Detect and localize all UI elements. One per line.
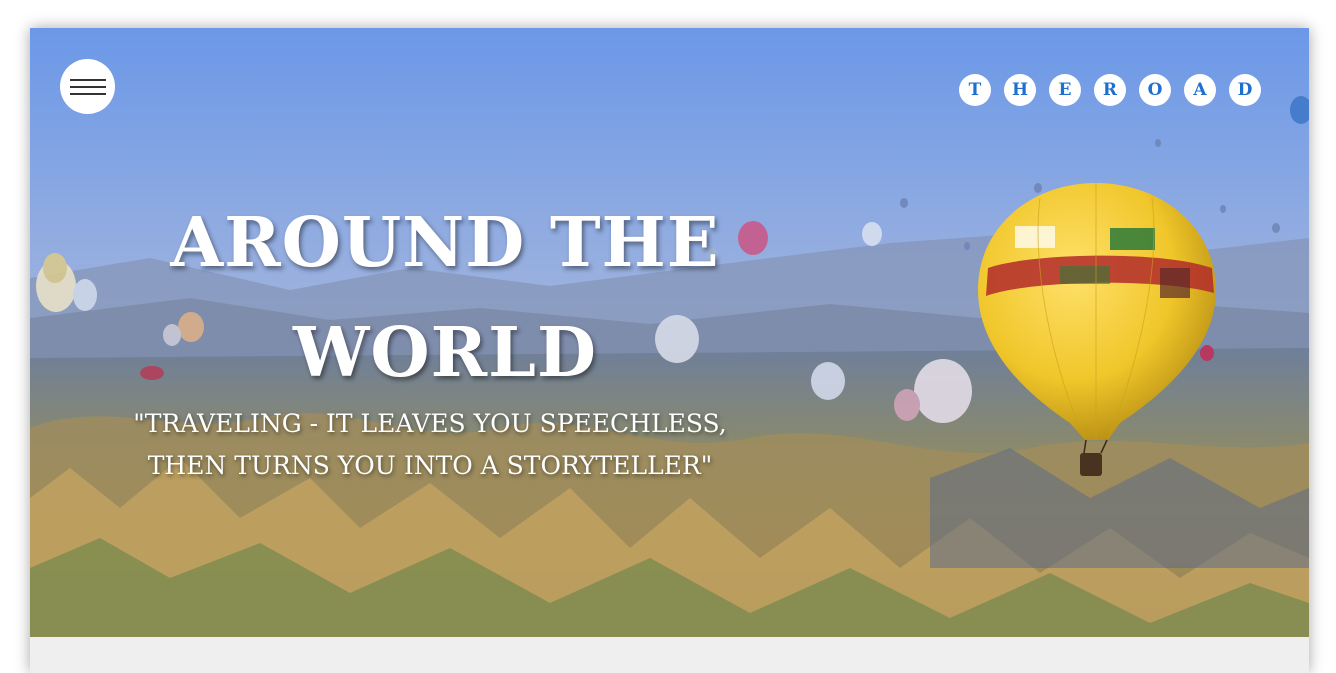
logo-letter: H	[1004, 74, 1036, 106]
hamburger-icon-line	[69, 85, 106, 88]
hero-title-line-2: WORLD	[293, 313, 597, 393]
hamburger-icon-line	[69, 92, 106, 95]
logo-letter: D	[1229, 74, 1261, 106]
logo-letter: A	[1184, 74, 1216, 106]
hero-section: T H E R O A D AROUND THE WORLD "TRAVELIN…	[30, 28, 1309, 637]
hamburger-icon	[69, 78, 106, 81]
logo-letter: T	[959, 74, 991, 106]
hero-quote: "TRAVELING - IT LEAVES YOU SPEECHLESS, T…	[100, 403, 760, 487]
hero-quote-line-1: "TRAVELING - IT LEAVES YOU SPEECHLESS,	[133, 409, 727, 438]
site-logo[interactable]: T H E R O A D	[959, 74, 1261, 106]
hero-title-line-1: AROUND THE	[170, 203, 720, 283]
menu-button[interactable]	[60, 59, 115, 114]
logo-letter: O	[1139, 74, 1171, 106]
hero-title: AROUND THE WORLD	[140, 188, 750, 408]
hero-quote-line-2: THEN TURNS YOU INTO A STORYTELLER"	[147, 451, 713, 480]
page-frame: T H E R O A D AROUND THE WORLD "TRAVELIN…	[30, 28, 1309, 673]
logo-letter: E	[1049, 74, 1081, 106]
logo-letter: R	[1094, 74, 1126, 106]
